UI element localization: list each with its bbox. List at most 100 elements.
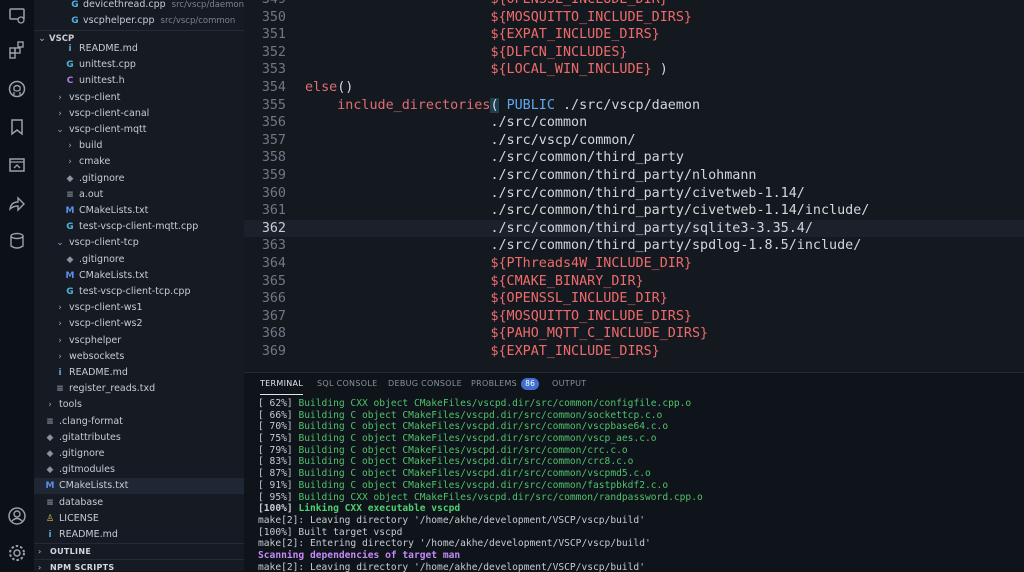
tree-item[interactable]: Gtest-vscp-client-mqtt.cpp — [34, 219, 244, 235]
tab-problems[interactable]: PROBLEMS 86 — [471, 373, 540, 395]
tree-item[interactable]: M CMakeLists.txt — [34, 268, 244, 284]
line-code: ./src/common/third_party/nlohmann — [305, 167, 756, 185]
code-token: ) — [651, 62, 668, 78]
tree-item[interactable]: i README.md — [34, 527, 244, 543]
file-path-description: src/vscp/common — [160, 16, 236, 26]
tree-item-label: websockets — [69, 350, 125, 362]
terminal-text: make[2]: Leaving directory '/home/akhe/d… — [258, 561, 645, 572]
tree-item-label: test-vscp-client-tcp.cpp — [79, 286, 191, 297]
tree-item[interactable]: ⌄ vscp-client-tcp — [34, 235, 244, 251]
line-number: 349 — [244, 0, 286, 9]
settings-gear-icon[interactable] — [7, 543, 27, 563]
code-editor[interactable]: 349 ${OPENSSL_INCLUDE_DIR}350 ${MOSQUITT… — [244, 0, 1024, 372]
terminal-text: [100%] Built target vscpd — [258, 526, 403, 538]
tree-item-label: build — [79, 140, 103, 152]
code-token: () — [337, 80, 354, 95]
tree-item-label: tools — [59, 399, 82, 411]
code-token: ${LOCAL_WIN_INCLUDE} — [490, 62, 652, 78]
tree-item[interactable]: Gtest-vscp-client-tcp.cpp — [34, 284, 244, 300]
tree-item[interactable]: › vscp-client — [34, 90, 244, 106]
line-code: ${OPENSSL_INCLUDE_DIR} — [305, 0, 667, 9]
line-number: 351 — [261, 27, 286, 43]
tree-item[interactable]: M CMakeLists.txt — [34, 478, 244, 495]
terminal-line: [ 95%] Building CXX object CMakeFiles/vs… — [258, 492, 1018, 504]
tree-item[interactable]: ≡ database — [34, 495, 244, 511]
tree-item[interactable]: › tools — [34, 397, 244, 413]
tree-item-label: .gitmodules — [59, 464, 115, 476]
tree-item[interactable]: › cmake — [34, 154, 244, 170]
line-number: 357 — [261, 132, 286, 148]
terminal-line: [ 91%] Building C object CMakeFiles/vscp… — [258, 480, 1018, 492]
outline-section[interactable]: › OUTLINE — [34, 543, 244, 560]
tree-item-label: vscp-client-ws1 — [69, 302, 143, 314]
tree-item[interactable]: › vscp-client-canal — [34, 106, 244, 122]
tree-item[interactable]: ⌄ vscp-client-mqtt — [34, 122, 244, 138]
tab-terminal[interactable]: TERMINAL — [260, 373, 304, 395]
code-line: 363 ./src/common/third_party/spdlog-1.8.… — [244, 237, 1024, 255]
tree-item[interactable]: › vscp-client-ws1 — [34, 300, 244, 316]
tree-item[interactable]: › vscp-client-ws2 — [34, 316, 244, 332]
tree-item-label: LICENSE — [59, 512, 99, 524]
tree-item[interactable]: ≡ a.out — [34, 187, 244, 203]
chevron-right-icon: › — [58, 303, 62, 314]
terminal-text: Building C object CMakeFiles/vscpd.dir/s… — [298, 456, 634, 468]
code-line: 359 ./src/common/third_party/nlohmann — [244, 167, 1024, 185]
tree-item-label: vscphelper — [69, 334, 122, 346]
code-line: 369 ${EXPAT_INCLUDE_DIRS} — [244, 343, 1024, 361]
open-editor-item[interactable]: Gvscphelper.cpp src/vscp/common — [34, 13, 244, 29]
code-line: 350 ${MOSQUITTO_INCLUDE_DIRS} — [244, 9, 1024, 27]
line-code: ${MOSQUITTO_INCLUDE_DIRS} — [305, 308, 692, 326]
terminal-line: make[2]: Leaving directory '/home/akhe/d… — [258, 562, 1018, 572]
code-line: 358 ./src/common/third_party — [244, 149, 1024, 167]
line-code: ${DLFCN_INCLUDES} — [305, 44, 627, 62]
tree-item[interactable]: ◆ .gitmodules — [34, 462, 244, 478]
tree-item[interactable]: ◆ .gitignore — [34, 171, 244, 187]
tree-item[interactable]: ◆ .gitignore — [34, 252, 244, 268]
remote-explorer-icon[interactable] — [7, 6, 27, 26]
account-icon[interactable] — [7, 506, 27, 526]
database-icon[interactable] — [7, 231, 27, 251]
tree-item[interactable]: ≡ .clang-format — [34, 414, 244, 430]
tab-sql-console[interactable]: SQL CONSOLE — [317, 373, 377, 395]
terminal-line: [ 66%] Building C object CMakeFiles/vscp… — [258, 410, 1018, 422]
git-file-icon: ◆ — [46, 465, 54, 476]
tree-item[interactable]: Cunittest.h — [34, 73, 244, 89]
tree-item[interactable]: i README.md — [34, 41, 244, 57]
git-file-icon: ◆ — [46, 432, 54, 443]
live-share-icon[interactable] — [7, 193, 27, 213]
chevron-right-icon: › — [68, 141, 72, 152]
panel-tabs: TERMINAL SQL CONSOLE DEBUG CONSOLE PROBLEMS… — [244, 373, 1024, 395]
tree-item[interactable]: ≡ register_reads.txd — [34, 381, 244, 397]
cpp-file-icon: G — [66, 287, 74, 297]
bookmarks-icon[interactable] — [7, 117, 27, 137]
preview-icon[interactable] — [7, 155, 27, 175]
tree-item[interactable]: › websockets — [34, 349, 244, 365]
tree-item-label: vscp-client-ws2 — [69, 318, 143, 330]
tree-item[interactable]: ◆ .gitattributes — [34, 430, 244, 446]
chevron-right-icon: › — [58, 108, 62, 119]
tree-item[interactable]: › vscphelper — [34, 333, 244, 349]
tab-debug-console[interactable]: DEBUG CONSOLE — [388, 373, 462, 395]
terminal-text: Linking CXX executable vscpd — [298, 503, 461, 515]
tree-item[interactable]: › build — [34, 138, 244, 154]
open-editor-item[interactable]: Gdevicethread.cpp src/vscp/daemon — [34, 0, 244, 13]
extensions-icon[interactable] — [7, 40, 27, 60]
github-icon[interactable] — [7, 79, 27, 99]
npm-scripts-section[interactable]: › NPM SCRIPTS — [34, 559, 244, 571]
tree-item[interactable]: Gunittest.cpp — [34, 57, 244, 73]
tab-output[interactable]: OUTPUT — [552, 373, 586, 395]
tree-item[interactable]: i README.md — [34, 365, 244, 381]
file-path-description: src/vscp/daemon — [171, 0, 245, 10]
tree-item[interactable]: ♙ LICENSE — [34, 511, 244, 527]
tree-item[interactable]: ◆ .gitignore — [34, 446, 244, 462]
code-line: 362 ./src/common/third_party/sqlite3-3.3… — [244, 219, 1024, 238]
terminal-output[interactable]: [ 62%] Building CXX object CMakeFiles/vs… — [258, 398, 1018, 572]
line-number: 353 — [261, 62, 286, 78]
tree-item-label: README.md — [79, 43, 138, 54]
tree-item-label: vscp-client — [69, 91, 121, 103]
code-token: ${OPENSSL_INCLUDE_DIR} — [490, 291, 668, 307]
line-code: ${LOCAL_WIN_INCLUDE} ) — [305, 61, 668, 79]
tree-item[interactable]: M CMakeLists.txt — [34, 203, 244, 219]
tab-label: DEBUG CONSOLE — [388, 379, 462, 388]
